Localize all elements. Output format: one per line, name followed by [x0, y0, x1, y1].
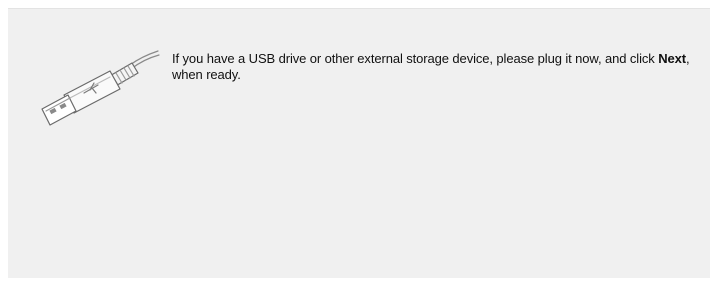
next-keyword: Next	[658, 51, 686, 66]
instruction-text: If you have a USB drive or other externa…	[172, 51, 712, 83]
wizard-page: If you have a USB drive or other externa…	[0, 0, 725, 282]
usb-drive-icon	[34, 47, 164, 129]
instruction-panel: If you have a USB drive or other externa…	[8, 8, 710, 278]
instruction-text-part1: If you have a USB drive or other externa…	[172, 51, 659, 66]
